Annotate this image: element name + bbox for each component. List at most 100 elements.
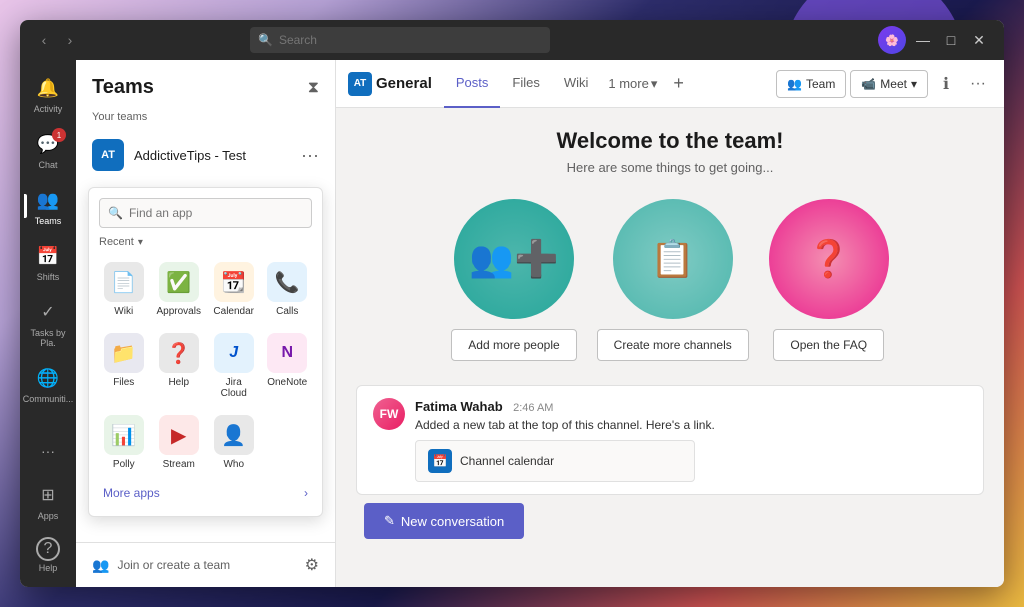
calls-icon: 📞 — [267, 262, 307, 302]
minimize-button[interactable]: — — [910, 27, 936, 53]
who-icon: 👤 — [214, 415, 254, 455]
sidebar-item-apps[interactable]: ⊞ Apps — [24, 475, 72, 527]
back-button[interactable]: ‹ — [32, 28, 56, 52]
app-item-jira[interactable]: J Jira Cloud — [209, 327, 259, 405]
sidebar-item-shifts[interactable]: 📅 Shifts — [24, 236, 72, 288]
channel-calendar-label: Channel calendar — [460, 454, 554, 468]
help-label: Help — [39, 563, 58, 573]
tab-wiki[interactable]: Wiki — [552, 60, 601, 108]
approvals-label: Approvals — [157, 306, 201, 317]
app-item-calls[interactable]: 📞 Calls — [262, 256, 312, 323]
faq-illustration: ❓ — [769, 199, 889, 319]
meet-button[interactable]: 📹 Meet ▾ — [850, 70, 928, 98]
channel-at-badge: AT — [348, 72, 372, 96]
team-more-icon[interactable]: ··· — [301, 145, 319, 166]
channel-tabs: Posts Files Wiki 1 more ▾ — [444, 60, 666, 108]
new-conversation-label: New conversation — [401, 514, 504, 529]
app-window: ‹ › 🔍 🌸 — □ ✕ 🔔 Activity 1 💬 — [20, 20, 1004, 587]
team-item[interactable]: AT AddictiveTips - Test ··· — [76, 131, 335, 179]
chat-text: Added a new tab at the top of this chann… — [415, 418, 967, 432]
sidebar-item-activity[interactable]: 🔔 Activity — [24, 68, 72, 120]
join-create-label: Join or create a team — [117, 558, 230, 572]
maximize-button[interactable]: □ — [938, 27, 964, 53]
teams-panel: Teams ⧗ Your teams AT AddictiveTips - Te… — [76, 60, 336, 587]
teams-label: Teams — [35, 216, 62, 226]
app-item-calendar[interactable]: 📆 Calendar — [209, 256, 259, 323]
tab-files[interactable]: Files — [500, 60, 551, 108]
search-input[interactable] — [279, 33, 542, 47]
welcome-cards: 👥➕ Add more people 📋 Create more channel… — [356, 199, 984, 361]
close-button[interactable]: ✕ — [966, 27, 992, 53]
chat-author: Fatima Wahab — [415, 399, 503, 414]
title-bar: ‹ › 🔍 🌸 — □ ✕ — [20, 20, 1004, 60]
recent-label: Recent ▾ — [99, 236, 312, 248]
shifts-icon: 📅 — [34, 242, 62, 270]
more-options-button[interactable]: ··· — [964, 70, 992, 98]
more-icon: ··· — [34, 437, 62, 465]
app-item-onenote[interactable]: N OneNote — [262, 327, 312, 405]
join-create-icon: 👥 — [92, 557, 109, 574]
sidebar-item-tasks[interactable]: ✓ Tasks by Pla. — [24, 292, 72, 354]
chat-message: FW Fatima Wahab 2:46 AM Added a new tab … — [373, 398, 967, 482]
who-label: Who — [223, 459, 244, 470]
teams-title: Teams — [92, 76, 154, 99]
welcome-heading: Welcome to the team! — [356, 128, 984, 154]
sidebar-item-more[interactable]: ··· — [24, 431, 72, 471]
meet-icon: 📹 — [861, 77, 876, 91]
communities-icon: 🌐 — [34, 364, 62, 392]
chat-label: Chat — [38, 160, 57, 170]
more-apps-button[interactable]: More apps › — [99, 480, 312, 506]
main-area: 🔔 Activity 1 💬 Chat 👥 Teams 📅 Shifts ✓ T… — [20, 60, 1004, 587]
create-channels-illustration: 📋 — [613, 199, 733, 319]
channel-header: AT General Posts Files Wiki 1 more ▾ + 👥… — [336, 60, 1004, 108]
tab-posts[interactable]: Posts — [444, 60, 501, 108]
communities-label: Communiti... — [23, 394, 74, 404]
app-search[interactable]: 🔍 — [99, 198, 312, 228]
forward-button[interactable]: › — [58, 28, 82, 52]
teams-icon: 👥 — [34, 186, 62, 214]
chat-area: FW Fatima Wahab 2:46 AM Added a new tab … — [356, 385, 984, 495]
app-search-icon: 🔍 — [108, 206, 123, 220]
chat-link-card[interactable]: 📅 Channel calendar — [415, 440, 695, 482]
add-tab-button[interactable]: + — [673, 73, 684, 94]
teams-header: Teams ⧗ — [76, 60, 335, 107]
team-name: AddictiveTips - Test — [134, 148, 291, 163]
create-channels-button[interactable]: Create more channels — [597, 329, 749, 361]
help-app-label: Help — [168, 377, 189, 388]
activity-icon: 🔔 — [34, 74, 62, 102]
sidebar-item-chat[interactable]: 1 💬 Chat — [24, 124, 72, 176]
new-conversation-bar: ✎ New conversation — [356, 503, 984, 547]
app-picker: 🔍 Recent ▾ 📄 Wiki ✅ Approvals — [88, 187, 323, 517]
chat-content: Fatima Wahab 2:46 AM Added a new tab at … — [415, 398, 967, 482]
sidebar-item-help[interactable]: ? Help — [24, 531, 72, 579]
wiki-icon: 📄 — [104, 262, 144, 302]
user-avatar[interactable]: 🌸 — [878, 26, 906, 54]
sidebar-item-communities[interactable]: 🌐 Communiti... — [24, 358, 72, 410]
app-item-approvals[interactable]: ✅ Approvals — [153, 256, 205, 323]
search-bar[interactable]: 🔍 — [250, 27, 550, 53]
app-item-files[interactable]: 📁 Files — [99, 327, 149, 405]
app-item-stream[interactable]: ▶ Stream — [153, 409, 205, 476]
app-item-wiki[interactable]: 📄 Wiki — [99, 256, 149, 323]
sidebar-item-teams[interactable]: 👥 Teams — [24, 180, 72, 232]
app-item-polly[interactable]: 📊 Polly — [99, 409, 149, 476]
app-search-input[interactable] — [129, 206, 303, 220]
app-item-who[interactable]: 👤 Who — [209, 409, 259, 476]
jira-icon: J — [214, 333, 254, 373]
tab-more[interactable]: 1 more ▾ — [600, 72, 665, 96]
channel-calendar-icon: 📅 — [428, 449, 452, 473]
join-create-button[interactable]: 👥 Join or create a team — [92, 557, 230, 574]
open-faq-button[interactable]: Open the FAQ — [773, 329, 884, 361]
app-item-help[interactable]: ❓ Help — [153, 327, 205, 405]
team-button[interactable]: 👥 Team — [776, 70, 846, 98]
chat-time: 2:46 AM — [513, 402, 553, 414]
new-conversation-button[interactable]: ✎ New conversation — [364, 503, 524, 539]
more-apps-arrow: › — [304, 486, 308, 500]
settings-icon[interactable]: ⚙ — [305, 555, 319, 575]
jira-label: Jira Cloud — [213, 377, 255, 399]
team-icon: 👥 — [787, 77, 802, 91]
info-button[interactable]: ℹ — [932, 70, 960, 98]
add-people-button[interactable]: Add more people — [451, 329, 576, 361]
search-icon: 🔍 — [258, 33, 273, 47]
filter-icon[interactable]: ⧗ — [308, 79, 319, 97]
